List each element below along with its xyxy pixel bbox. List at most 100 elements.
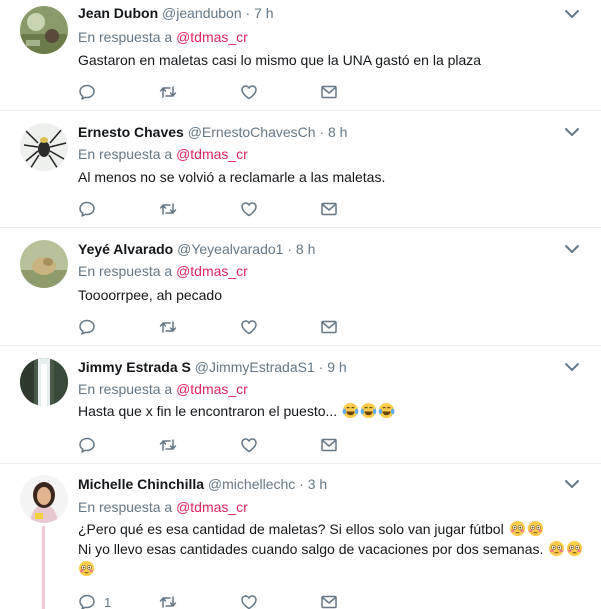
retweet-button[interactable] bbox=[159, 82, 177, 102]
like-button[interactable] bbox=[240, 317, 258, 337]
tweet-text-line: Toooorrpee, ah pecado bbox=[78, 287, 222, 303]
dm-button[interactable] bbox=[320, 199, 338, 219]
tweet-header: Jimmy Estrada S @JimmyEstradaS1 · 9 h bbox=[78, 358, 347, 376]
user-handle[interactable]: @Yeyealvarado1 bbox=[177, 241, 283, 257]
flushed-emoji-icon bbox=[549, 540, 565, 557]
mention-link[interactable]: @tdmas_cr bbox=[176, 263, 248, 279]
reply-count: 1 bbox=[104, 594, 112, 609]
tweet-text-line: Al menos no se volvió a reclamarle a las… bbox=[78, 169, 386, 185]
reply-prefix: En respuesta a bbox=[78, 146, 173, 162]
avatar[interactable] bbox=[20, 123, 68, 171]
reply-icon bbox=[79, 594, 95, 609]
mention-link[interactable]: @tdmas_cr bbox=[176, 381, 248, 397]
retweet-button[interactable] bbox=[159, 435, 177, 455]
tweet-item[interactable]: Jean Dubon @jeandubon · 7 h En respuesta… bbox=[0, 0, 601, 111]
tweet-item[interactable]: Yeyé Alvarado @Yeyealvarado1 · 8 h En re… bbox=[0, 228, 601, 346]
user-name[interactable]: Yeyé Alvarado bbox=[78, 241, 173, 257]
mention-link[interactable]: @tdmas_cr bbox=[176, 146, 248, 162]
user-name[interactable]: Michelle Chinchilla bbox=[78, 476, 204, 492]
mention-link[interactable]: @tdmas_cr bbox=[176, 499, 248, 515]
chevron-down-icon[interactable] bbox=[563, 123, 581, 141]
tears-of-joy-emoji-icon bbox=[378, 402, 395, 419]
flushed-emoji-icon bbox=[527, 520, 543, 537]
reply-prefix: En respuesta a bbox=[78, 499, 173, 515]
heart-icon bbox=[241, 320, 257, 335]
flushed-emoji-icon bbox=[509, 520, 525, 537]
tweet-text: Hasta que x fin le encontraron el puesto… bbox=[78, 401, 395, 421]
flushed-emoji-icon bbox=[567, 540, 583, 557]
retweet-button[interactable] bbox=[159, 199, 177, 219]
chevron-down-icon[interactable] bbox=[563, 358, 581, 376]
reply-button[interactable] bbox=[78, 435, 96, 455]
envelope-icon bbox=[321, 320, 337, 334]
reply-button[interactable] bbox=[78, 199, 96, 219]
reply-icon bbox=[79, 201, 95, 217]
user-name[interactable]: Ernesto Chaves bbox=[78, 124, 184, 140]
tweet-item[interactable]: Jimmy Estrada S @JimmyEstradaS1 · 9 h En… bbox=[0, 346, 601, 464]
user-name[interactable]: Jimmy Estrada S bbox=[78, 359, 191, 375]
tweet-item[interactable]: Michelle Chinchilla @michellechc · 3 h E… bbox=[0, 464, 601, 609]
avatar[interactable] bbox=[20, 358, 68, 406]
heart-icon bbox=[241, 438, 257, 453]
reply-context: En respuesta a @tdmas_cr bbox=[78, 498, 248, 516]
tweet-text-line: Hasta que x fin le encontraron el puesto… bbox=[78, 403, 338, 419]
like-button[interactable] bbox=[240, 199, 258, 219]
avatar[interactable] bbox=[20, 6, 68, 54]
tweet-header: Yeyé Alvarado @Yeyealvarado1 · 8 h bbox=[78, 240, 315, 258]
reply-button[interactable]: 1 bbox=[78, 592, 111, 609]
heart-icon bbox=[241, 202, 257, 217]
avatar[interactable] bbox=[20, 475, 68, 523]
reply-button[interactable] bbox=[78, 82, 96, 102]
like-button[interactable] bbox=[240, 82, 258, 102]
envelope-icon bbox=[321, 595, 337, 609]
separator-dot: · bbox=[318, 359, 324, 375]
tweet-text-line-2: Ni yo llevo esas cantidades cuando salgo… bbox=[78, 539, 583, 559]
reply-button[interactable] bbox=[78, 317, 96, 337]
user-handle[interactable]: @ErnestoChavesCh bbox=[188, 124, 316, 140]
retweet-icon bbox=[159, 203, 177, 215]
tweet-time[interactable]: 3 h bbox=[308, 476, 327, 492]
retweet-button[interactable] bbox=[159, 592, 177, 609]
separator-dot: · bbox=[299, 476, 304, 492]
dm-button[interactable] bbox=[320, 592, 338, 609]
reply-context: En respuesta a @tdmas_cr bbox=[78, 262, 248, 280]
chevron-down-icon[interactable] bbox=[563, 240, 581, 258]
chevron-down-icon[interactable] bbox=[563, 5, 581, 23]
reply-icon bbox=[79, 84, 95, 100]
user-handle[interactable]: @jeandubon bbox=[162, 5, 242, 21]
tweet-text: ¿Pero qué es esa cantidad de maletas? Si… bbox=[78, 519, 583, 579]
user-handle[interactable]: @michellechc bbox=[208, 476, 295, 492]
replies-feed: Jean Dubon @jeandubon · 7 h En respuesta… bbox=[0, 0, 601, 609]
retweet-button[interactable] bbox=[159, 317, 177, 337]
retweet-icon bbox=[159, 321, 177, 333]
tweet-time[interactable]: 8 h bbox=[296, 241, 315, 257]
tweet-text-line-3 bbox=[78, 559, 583, 579]
chevron-down-icon[interactable] bbox=[563, 475, 581, 493]
retweet-icon bbox=[159, 86, 177, 98]
tweet-time[interactable]: 7 h bbox=[254, 5, 273, 21]
like-button[interactable] bbox=[240, 435, 258, 455]
tweet-text-line-1: ¿Pero qué es esa cantidad de maletas? Si… bbox=[78, 519, 583, 539]
dm-button[interactable] bbox=[320, 82, 338, 102]
reply-context: En respuesta a @tdmas_cr bbox=[78, 145, 248, 163]
tweet-item[interactable]: Ernesto Chaves @ErnestoChavesCh · 8 h En… bbox=[0, 111, 601, 228]
tweet-time[interactable]: 9 h bbox=[327, 359, 346, 375]
thread-line bbox=[42, 526, 45, 609]
heart-icon bbox=[241, 595, 257, 609]
tweet-time[interactable]: 8 h bbox=[328, 124, 347, 140]
tweet-text: Gastaron en maletas casi lo mismo que la… bbox=[78, 50, 481, 70]
user-name[interactable]: Jean Dubon bbox=[78, 5, 158, 21]
user-handle[interactable]: @JimmyEstradaS1 bbox=[195, 359, 315, 375]
reply-icon bbox=[79, 437, 95, 453]
reply-icon bbox=[79, 319, 95, 335]
separator-dot: · bbox=[319, 124, 325, 140]
mention-link[interactable]: @tdmas_cr bbox=[176, 29, 248, 45]
reply-prefix: En respuesta a bbox=[78, 263, 173, 279]
dm-button[interactable] bbox=[320, 317, 338, 337]
reply-prefix: En respuesta a bbox=[78, 381, 173, 397]
separator-dot: · bbox=[287, 241, 292, 257]
avatar[interactable] bbox=[20, 240, 68, 288]
like-button[interactable] bbox=[240, 592, 258, 609]
tears-of-joy-emoji-icon bbox=[360, 402, 377, 419]
dm-button[interactable] bbox=[320, 435, 338, 455]
